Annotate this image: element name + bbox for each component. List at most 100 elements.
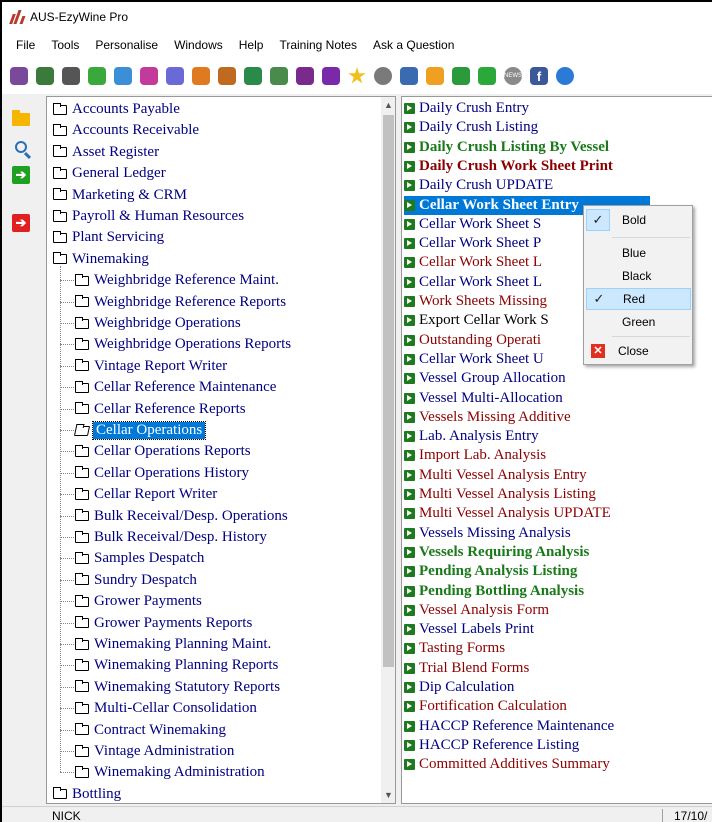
window-button[interactable]	[112, 65, 134, 87]
bottles-button[interactable]	[242, 65, 264, 87]
tree-item[interactable]: Cellar Report Writer	[75, 484, 218, 505]
operation-item[interactable]: Pending Bottling Analysis	[404, 582, 704, 601]
operation-item[interactable]: Vessel Multi-Allocation	[404, 389, 704, 408]
tree-item[interactable]: Weighbridge Reference Maint.	[75, 270, 280, 291]
tree-item[interactable]: Winemaking	[53, 249, 150, 270]
tree-item[interactable]: Asset Register	[53, 142, 160, 163]
tree-item[interactable]: Sundry Despatch	[75, 570, 198, 591]
tree-item[interactable]: Vintage Administration	[75, 741, 235, 762]
exit-button[interactable]: ➔	[10, 212, 32, 234]
tree-item[interactable]: Cellar Reference Reports	[75, 399, 247, 420]
money-button[interactable]	[86, 65, 108, 87]
tree-item[interactable]: Cellar Operations	[73, 420, 207, 441]
tree-item[interactable]: Bulk Receival/Desp. History	[75, 527, 268, 548]
tree-item[interactable]: Grower Payments	[75, 591, 203, 612]
operation-item[interactable]: Daily Crush Work Sheet Print	[404, 157, 704, 176]
open-folder-button[interactable]	[10, 108, 32, 130]
menu-item-black[interactable]: Black	[586, 265, 691, 287]
wand-button[interactable]	[164, 65, 186, 87]
menu-item-red[interactable]: ✓ Red	[586, 288, 691, 310]
pencil-button[interactable]	[34, 65, 56, 87]
menu-item-close[interactable]: ✕ Close	[586, 340, 691, 362]
star-button[interactable]	[346, 65, 368, 87]
tree-item[interactable]: Grower Payments Reports	[75, 613, 253, 634]
tree-item[interactable]: Weighbridge Operations Reports	[75, 334, 292, 355]
operation-item[interactable]: Fortification Calculation	[404, 697, 704, 716]
tree-item[interactable]: Bulk Receival/Desp. Operations	[75, 506, 289, 527]
tree-item[interactable]: Weighbridge Operations	[75, 313, 242, 334]
person-button[interactable]	[268, 65, 290, 87]
operation-item[interactable]: Multi Vessel Analysis UPDATE	[404, 504, 704, 523]
tree-item[interactable]: Contract Winemaking	[75, 720, 227, 741]
operation-item[interactable]: Dip Calculation	[404, 678, 704, 697]
operation-item[interactable]: Daily Crush Listing By Vessel	[404, 138, 704, 157]
tree-item[interactable]: Winemaking Statutory Reports	[75, 677, 281, 698]
operation-item[interactable]: Vessels Missing Analysis	[404, 524, 704, 543]
screen-button[interactable]	[398, 65, 420, 87]
bank-button[interactable]	[60, 65, 82, 87]
tree-item[interactable]: General Ledger	[53, 163, 167, 184]
tree-item[interactable]: Cellar Reference Maintenance	[75, 377, 277, 398]
tree-item[interactable]: Plant Servicing	[53, 227, 165, 248]
box-button[interactable]	[216, 65, 238, 87]
operation-item[interactable]: Trial Blend Forms	[404, 659, 704, 678]
operation-item[interactable]: Vessel Labels Print	[404, 620, 704, 639]
operation-item[interactable]: Daily Crush Entry	[404, 99, 704, 118]
tree-item[interactable]: Marketing & CRM	[53, 185, 188, 206]
menu-personalise[interactable]: Personalise	[87, 38, 166, 52]
grape-bunch-button[interactable]	[320, 65, 342, 87]
menu-tools[interactable]: Tools	[43, 38, 87, 52]
search-button[interactable]	[10, 136, 32, 158]
operation-item[interactable]: Multi Vessel Analysis Listing	[404, 485, 704, 504]
tree-item[interactable]: Bottling	[53, 784, 122, 803]
operation-item[interactable]: Daily Crush UPDATE	[404, 176, 704, 195]
operation-item[interactable]: HACCP Reference Maintenance	[404, 717, 704, 736]
news-button[interactable]: NEWS	[502, 65, 524, 87]
operation-item[interactable]: Vessels Missing Additive	[404, 408, 704, 427]
menu-training-notes[interactable]: Training Notes	[271, 38, 365, 52]
plant-button[interactable]	[450, 65, 472, 87]
operation-item[interactable]: Pending Analysis Listing	[404, 562, 704, 581]
tree-scrollbar[interactable]: ▲ ▼	[381, 97, 395, 803]
run-button[interactable]: ➔	[10, 164, 32, 186]
operation-item[interactable]: HACCP Reference Listing	[404, 736, 704, 755]
operation-item[interactable]: Multi Vessel Analysis Entry	[404, 466, 704, 485]
operation-item[interactable]: Vessel Group Allocation	[404, 369, 704, 388]
tree-item[interactable]: Accounts Receivable	[53, 120, 200, 141]
tree-item[interactable]: Cellar Operations Reports	[75, 441, 252, 462]
scroll-down-icon[interactable]: ▼	[381, 787, 395, 803]
tree-item[interactable]: Winemaking Administration	[75, 762, 266, 783]
menu-ask-a-question[interactable]: Ask a Question	[365, 38, 462, 52]
tree-item[interactable]: Cellar Operations History	[75, 463, 250, 484]
operation-item[interactable]: Committed Additives Summary	[404, 755, 704, 774]
dollar-button[interactable]	[476, 65, 498, 87]
gear-button[interactable]	[372, 65, 394, 87]
menu-windows[interactable]: Windows	[166, 38, 231, 52]
tree-item[interactable]: Weighbridge Reference Reports	[75, 292, 287, 313]
tree-item[interactable]: Payroll & Human Resources	[53, 206, 245, 227]
tree-item[interactable]: Winemaking Planning Maint.	[75, 634, 272, 655]
operation-item[interactable]: Vessels Requiring Analysis	[404, 543, 704, 562]
operation-item[interactable]: Vessel Analysis Form	[404, 601, 704, 620]
operation-item[interactable]: Daily Crush Listing	[404, 118, 704, 137]
package-button[interactable]	[424, 65, 446, 87]
grapes-button[interactable]	[8, 65, 30, 87]
tree-item[interactable]: Winemaking Planning Reports	[75, 655, 279, 676]
menu-item-bold[interactable]: ✓ Bold	[586, 209, 691, 231]
operation-item[interactable]: Tasting Forms	[404, 639, 704, 658]
operation-item[interactable]: Lab. Analysis Entry	[404, 427, 704, 446]
people-button[interactable]	[138, 65, 160, 87]
menu-item-blue[interactable]: Blue	[586, 242, 691, 264]
menu-file[interactable]: File	[8, 38, 43, 52]
scroll-up-icon[interactable]: ▲	[381, 97, 395, 113]
tree-item[interactable]: Multi-Cellar Consolidation	[75, 698, 258, 719]
tree-item[interactable]: Vintage Report Writer	[75, 356, 228, 377]
tree-item[interactable]: Samples Despatch	[75, 548, 205, 569]
globe-button[interactable]	[554, 65, 576, 87]
facebook-button[interactable]: f	[528, 65, 550, 87]
scroll-thumb[interactable]	[383, 115, 394, 667]
barrel-button[interactable]	[190, 65, 212, 87]
menu-help[interactable]: Help	[231, 38, 272, 52]
tree-item[interactable]: Accounts Payable	[53, 99, 181, 120]
glass-button[interactable]	[294, 65, 316, 87]
